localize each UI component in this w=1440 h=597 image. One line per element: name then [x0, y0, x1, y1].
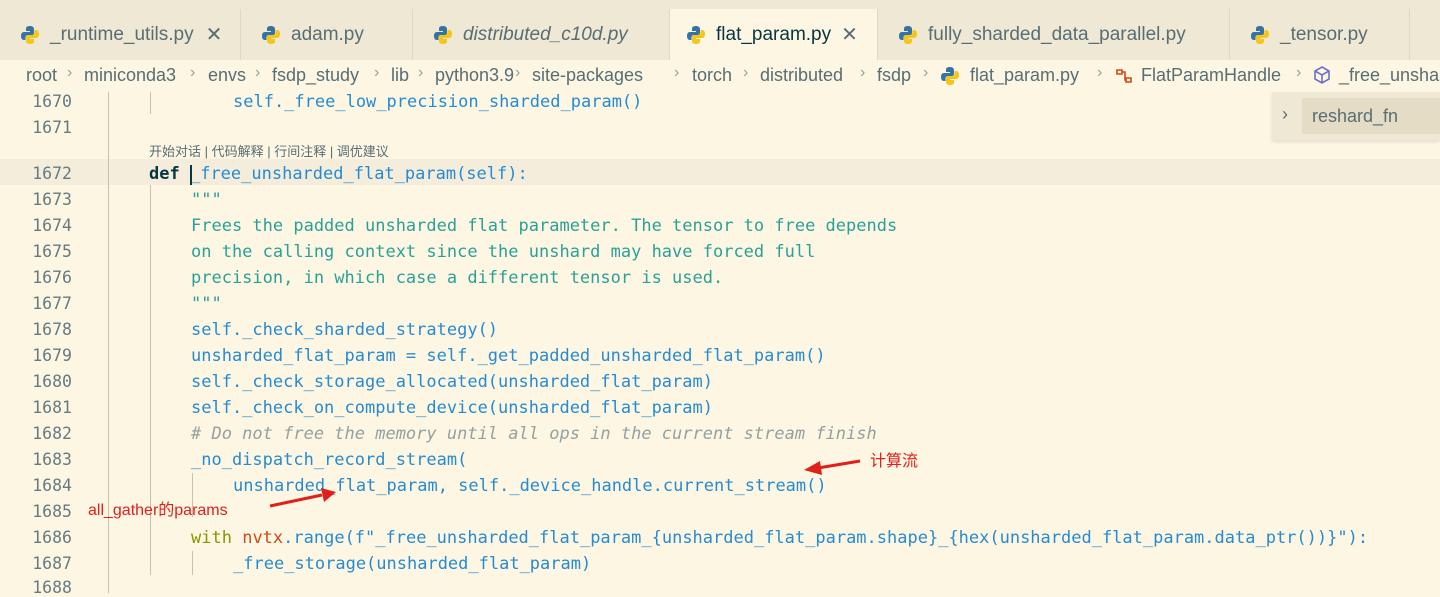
tab-flat-param[interactable]: flat_param.py ✕ — [670, 9, 878, 60]
tab-runtime-utils[interactable]: _runtime_utils.py ✕ — [0, 9, 241, 60]
chevron-right-icon: › — [923, 64, 929, 81]
tab-distributed-c10d[interactable]: distributed_c10d.py — [413, 9, 670, 60]
python-file-icon — [940, 66, 960, 91]
tab-label: _runtime_utils.py — [50, 23, 194, 45]
tab-tensor[interactable]: _tensor.py — [1230, 9, 1410, 60]
chevron-right-icon: › — [1296, 64, 1302, 81]
python-file-icon — [898, 25, 918, 45]
tab-fully-sharded-data-parallel[interactable]: fully_sharded_data_parallel.py — [878, 9, 1230, 60]
tab-label: distributed_c10d.py — [463, 23, 628, 45]
breadcrumb-class[interactable]: FlatParamHandle — [1141, 65, 1281, 86]
close-icon[interactable]: ✕ — [206, 22, 223, 47]
python-file-icon — [433, 25, 453, 45]
chevron-right-icon[interactable]: › — [1282, 104, 1288, 125]
breadcrumb-fsdp-study[interactable]: fsdp_study — [272, 65, 359, 86]
tab-label: flat_param.py — [716, 23, 832, 45]
chevron-right-icon: › — [190, 64, 196, 81]
chevron-right-icon: › — [515, 64, 521, 81]
tab-label: _tensor.py — [1280, 23, 1368, 45]
chevron-right-icon: › — [1097, 64, 1103, 81]
breadcrumb-lib[interactable]: lib — [391, 65, 409, 86]
python-file-icon — [261, 25, 281, 45]
breadcrumb-root[interactable]: root — [26, 65, 57, 86]
sticky-item-reshard-fn[interactable]: reshard_fn — [1302, 98, 1440, 134]
sticky-item-label: reshard_fn — [1312, 106, 1399, 126]
chevron-right-icon: › — [255, 64, 261, 81]
python-file-icon — [20, 25, 40, 45]
chevron-right-icon: › — [743, 64, 749, 81]
breadcrumb-distributed[interactable]: distributed — [760, 65, 843, 86]
breadcrumb-torch[interactable]: torch — [692, 65, 732, 86]
breadcrumb-site-packages[interactable]: site-packages — [532, 65, 643, 86]
tab-label: adam.py — [291, 23, 364, 45]
chevron-right-icon: › — [674, 64, 680, 81]
breadcrumb: root › miniconda3 › envs › fsdp_study › … — [0, 60, 1440, 92]
tab-label: fully_sharded_data_parallel.py — [928, 23, 1186, 45]
python-file-icon — [686, 25, 706, 45]
breadcrumb-miniconda3[interactable]: miniconda3 — [84, 65, 176, 86]
breadcrumb-envs[interactable]: envs — [208, 65, 246, 86]
arrow-icon — [269, 488, 336, 508]
breadcrumb-file[interactable]: flat_param.py — [970, 65, 1079, 86]
chevron-right-icon: › — [418, 64, 424, 81]
method-icon — [1312, 65, 1332, 90]
class-icon — [1114, 66, 1134, 91]
tab-bar: _runtime_utils.py ✕ adam.py distributed_… — [0, 0, 1440, 60]
python-file-icon — [1250, 25, 1270, 45]
code-editor[interactable]: 1670 1671 1672 1673 1674 1675 1676 1677 … — [0, 92, 1440, 597]
breadcrumb-method[interactable]: _free_unsha — [1339, 65, 1439, 86]
arrow-icon — [804, 459, 861, 475]
tab-adam[interactable]: adam.py — [241, 9, 413, 60]
chevron-right-icon: › — [67, 64, 73, 81]
close-icon[interactable]: ✕ — [841, 22, 858, 47]
chevron-right-icon: › — [860, 64, 866, 81]
sticky-scroll-widget: › reshard_fn — [1272, 92, 1440, 140]
breadcrumb-fsdp[interactable]: fsdp — [877, 65, 911, 86]
breadcrumb-python[interactable]: python3.9 — [435, 65, 514, 86]
chevron-right-icon: › — [374, 64, 380, 81]
annotation-arrows — [269, 459, 861, 508]
